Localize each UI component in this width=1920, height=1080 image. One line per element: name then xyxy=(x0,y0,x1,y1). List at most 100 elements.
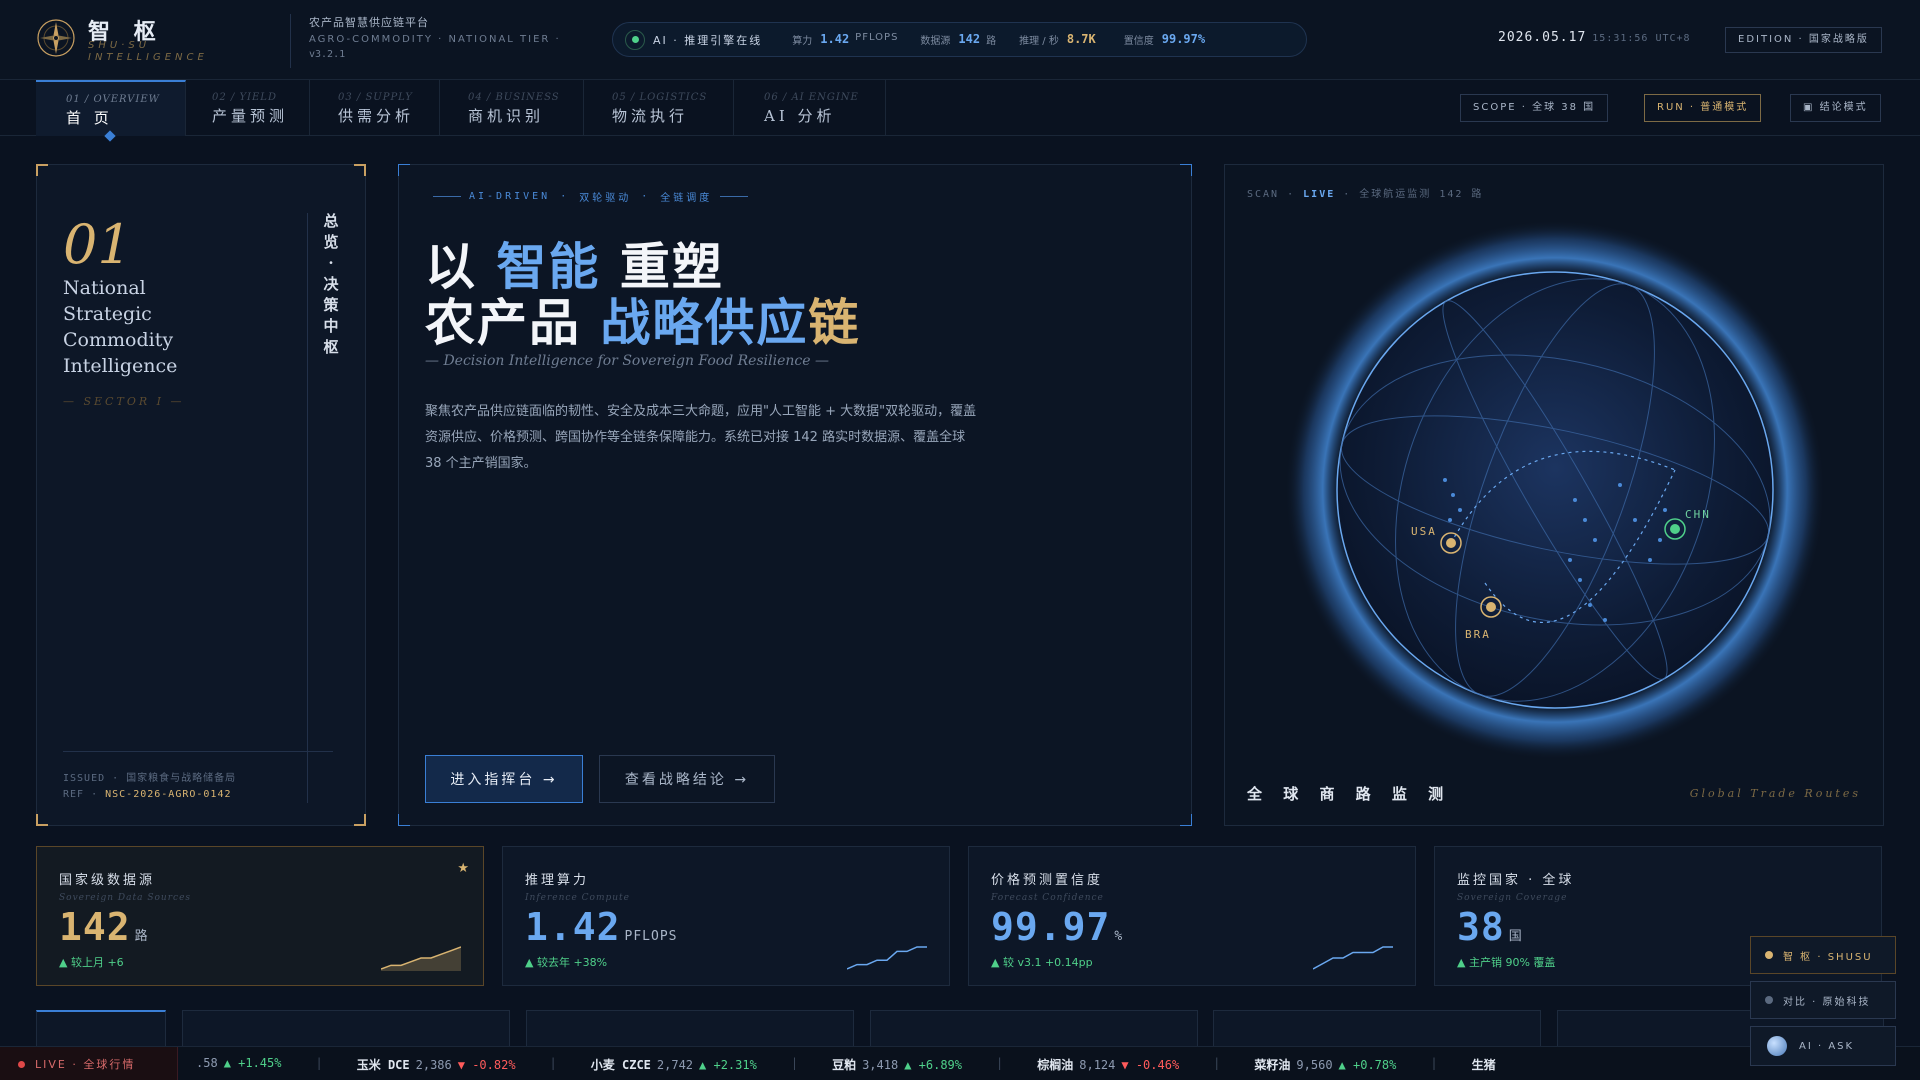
tab-label: 产量预测 xyxy=(212,107,289,125)
stat-change: ▲ 主产销 90% 覆盖 xyxy=(1457,956,1556,969)
hero-tagline: AI-DRIVEN · 双轮驱动 · 全链调度 xyxy=(425,189,756,204)
tab-label: 首 页 xyxy=(66,109,113,127)
date-value: 2026.05.17 xyxy=(1498,30,1587,45)
header-metrics: 算力 1.42 PFLOPS 数据源 142 路 推理 / 秒 8.7K 置信度 99.97% xyxy=(792,32,1233,47)
tag: 全链调度 xyxy=(660,193,713,204)
stat-change: ▲ 较上月 +6 xyxy=(59,956,124,969)
tab-number: 01 / OVERVIEW xyxy=(66,94,160,105)
module-card[interactable] xyxy=(870,1010,1198,1050)
conclusion-mode-button[interactable]: ▣ 结论模式 xyxy=(1790,94,1881,122)
ticker-track: .58 ▲ +1.45% | 玉米 DCE 2,386 ▼ -0.82% | 小麦 CZCE 2… xyxy=(190,1056,1542,1073)
metric-label: 数据源 xyxy=(920,36,951,47)
headline-highlight: 链 xyxy=(808,293,861,352)
hero-headline-line2: 农产品 战略供应链 xyxy=(425,283,860,355)
tab-business[interactable]: 04 / BUSINESS 商机识别 xyxy=(440,80,584,136)
live-label: LIVE · 全球行情 xyxy=(35,1058,136,1071)
online-status-icon xyxy=(625,29,645,50)
module-card[interactable] xyxy=(36,1010,166,1050)
price-change: ▼ -0.46% xyxy=(1121,1058,1180,1072)
tab-overview[interactable]: 01 / OVERVIEW 首 页 xyxy=(36,80,186,142)
metric-unit: 路 xyxy=(986,36,998,47)
corner-mark xyxy=(354,164,366,176)
ticker-item[interactable]: 棕榈油 8,124 ▼ -0.46% xyxy=(1037,1056,1179,1073)
active-indicator-icon xyxy=(104,130,116,142)
issued-label: ISSUED · 国家粮食与战略储备局 xyxy=(63,773,237,784)
compare-button[interactable]: 对比 · 原始科技 xyxy=(1750,981,1896,1019)
ticker-separator: | xyxy=(996,1056,1004,1070)
commodity-price: .58 xyxy=(196,1056,218,1070)
enter-command-button[interactable]: 进入指挥台 → xyxy=(425,755,583,803)
shusu-button[interactable]: 智 枢 · SHUSU xyxy=(1750,936,1896,974)
live-badge[interactable]: LIVE · 全球行情 xyxy=(0,1047,178,1080)
value-number: 142 xyxy=(59,905,131,949)
title-line: National xyxy=(63,277,146,299)
commodity-name: 菜籽油 xyxy=(1254,1058,1291,1072)
stat-title: 推理算力 xyxy=(525,873,590,888)
ticker-item[interactable]: 小麦 CZCE 2,742 ▲ +2.31% xyxy=(591,1056,757,1073)
button-label: 对比 · 原始科技 xyxy=(1783,996,1871,1008)
edition-button[interactable]: EDITION · 国家战略版 xyxy=(1725,27,1882,53)
sparkline xyxy=(847,946,927,970)
ticker-separator: | xyxy=(790,1056,799,1070)
ticker-item[interactable]: 豆粕 3,418 ▲ +6.89% xyxy=(832,1056,962,1073)
value-number: 38 xyxy=(1457,905,1505,949)
sparkline xyxy=(1313,946,1393,970)
hero-description: 聚焦农产品供应链面临的韧性、安全及成本三大命题，应用"人工智能 + 大数据"双轮… xyxy=(425,404,977,471)
view-conclusion-button[interactable]: 查看战略结论 → xyxy=(599,755,775,803)
metric-label: 算力 xyxy=(792,36,813,47)
tab-supply[interactable]: 03 / SUPPLY 供需分析 xyxy=(310,80,440,136)
ticker-item[interactable]: 菜籽油 9,560 ▲ +0.78% xyxy=(1254,1056,1396,1073)
scope-button[interactable]: SCOPE · 全球 38 国 xyxy=(1460,94,1609,122)
corner-mark xyxy=(1180,164,1192,176)
live-dot-icon xyxy=(18,1060,25,1068)
tab-label: AI 分析 xyxy=(764,107,836,125)
tag: 双轮驱动 xyxy=(579,193,632,204)
stat-title: 价格预测置信度 xyxy=(991,873,1104,888)
tab-logistics[interactable]: 05 / LOGISTICS 物流执行 xyxy=(584,80,734,136)
tab-ai-engine[interactable]: 06 / AI ENGINE AI 分析 xyxy=(734,80,886,136)
dot-icon xyxy=(1765,951,1773,959)
hero-panel: AI-DRIVEN · 双轮驱动 · 全链调度 以 智能 重塑 农产品 战略供应… xyxy=(398,164,1192,826)
ticker-item[interactable]: 玉米 DCE 2,386 ▼ -0.82% xyxy=(357,1056,516,1073)
price-change: ▲ +0.78% xyxy=(1338,1058,1397,1072)
star-icon[interactable]: ★ xyxy=(457,861,469,876)
main-nav: 01 / OVERVIEW 首 页 02 / YIELD 产量预测 03 / S… xyxy=(0,80,1920,142)
commodity-price: 9,560 xyxy=(1296,1058,1333,1072)
commodity-price: 2,386 xyxy=(415,1058,452,1072)
module-card[interactable] xyxy=(1213,1010,1541,1050)
stat-subtitle: Forecast Confidence xyxy=(991,893,1104,903)
globe-map[interactable]: USA CHN BRA xyxy=(1285,220,1825,760)
node-label: USA xyxy=(1411,525,1437,538)
ticker-item[interactable]: .58 ▲ +1.45% xyxy=(190,1056,281,1073)
module-card[interactable] xyxy=(526,1010,854,1050)
ai-status-bar[interactable]: AI · 推理引擎在线 算力 1.42 PFLOPS 数据源 142 路 推理 / 秒 8.7… xyxy=(612,22,1307,57)
metric-label: 置信度 xyxy=(1123,36,1154,47)
corner-mark xyxy=(1180,814,1192,826)
top-header: 智 枢 SHU·SU INTELLIGENCE 农产品智慧供应链平台 AGRO-… xyxy=(0,0,1920,80)
ai-ask-button[interactable]: AI · ASK xyxy=(1750,1026,1896,1066)
metric-value: 1.42 xyxy=(820,32,850,46)
commodity-name: 生猪 xyxy=(1471,1058,1496,1072)
ref-label: REF · xyxy=(63,789,106,800)
globe-title: 全 球 商 路 监 测 xyxy=(1247,785,1452,803)
stat-change: ▲ 较 v3.1 +0.14pp xyxy=(991,956,1093,969)
metric-value: 8.7K xyxy=(1066,32,1096,46)
globe-panel: SCAN · LIVE · 全球航运监测 142 路 USA CHN BRA 全… xyxy=(1224,164,1884,826)
live-label: LIVE xyxy=(1303,189,1336,200)
module-card[interactable] xyxy=(182,1010,510,1050)
platform-info: 农产品智慧供应链平台 AGRO-COMMODITY · NATIONAL TIE… xyxy=(290,14,561,68)
ticker-item[interactable]: 生猪 xyxy=(1472,1056,1508,1073)
commodity-price: 2,742 xyxy=(656,1058,694,1072)
ticker-separator: | xyxy=(1213,1056,1221,1070)
section-number: 01 xyxy=(63,213,132,276)
title-line: Commodity xyxy=(63,329,174,351)
stat-card-confidence[interactable]: 价格预测置信度 Forecast Confidence 99.97% ▲ 较 v… xyxy=(968,846,1416,986)
tab-yield[interactable]: 02 / YIELD 产量预测 xyxy=(186,80,310,136)
stat-value: 99.97% xyxy=(991,905,1123,949)
tab-label: 商机识别 xyxy=(468,107,545,125)
run-mode-button[interactable]: RUN · 普通模式 xyxy=(1644,94,1762,122)
stat-card-compute[interactable]: 推理算力 Inference Compute 1.42 PFLOPS ▲ 较去年 … xyxy=(502,846,950,986)
stat-change: ▲ 较去年 +38% xyxy=(525,956,608,969)
tab-number: 06 / AI ENGINE xyxy=(764,92,859,103)
stat-card-data-sources[interactable]: 国家级数据源 Sovereign Data Sources 142 路 ▲ 较上月… xyxy=(36,846,484,986)
